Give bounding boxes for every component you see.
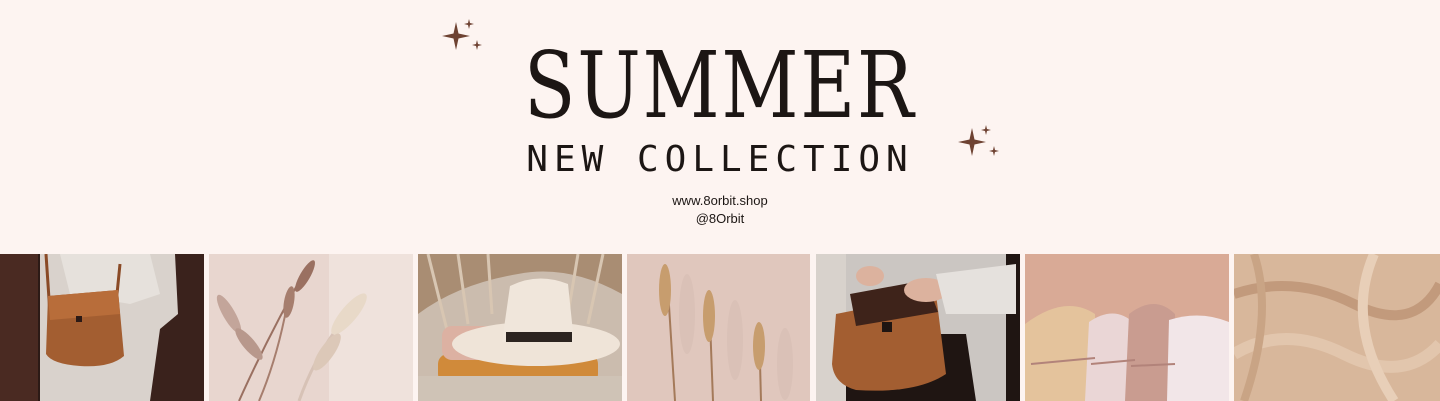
photo-hat-on-sweaters: [418, 254, 622, 401]
photo-beige-fabric: [1234, 254, 1440, 401]
photo-dried-wheat-stems: [627, 254, 810, 401]
photo-folded-clothes: [1025, 254, 1229, 401]
page-subtitle: NEW COLLECTION: [526, 139, 914, 180]
photo-dried-grass-shadow: [209, 254, 413, 401]
photo-leather-crossbody-bag: [0, 254, 204, 401]
website-link[interactable]: www.8orbit.shop: [0, 193, 1440, 208]
photo-hands-opening-bag: [816, 254, 1020, 401]
summer-banner: SUMMER NEW COLLECTION www.8orbit.shop @8…: [0, 0, 1440, 401]
sparkle-icon: [958, 125, 999, 156]
banner-header: SUMMER NEW COLLECTION www.8orbit.shop @8…: [0, 0, 1440, 254]
photo-strip: [0, 254, 1440, 401]
page-title: SUMMER: [523, 32, 916, 139]
social-handle[interactable]: @8Orbit: [0, 211, 1440, 226]
